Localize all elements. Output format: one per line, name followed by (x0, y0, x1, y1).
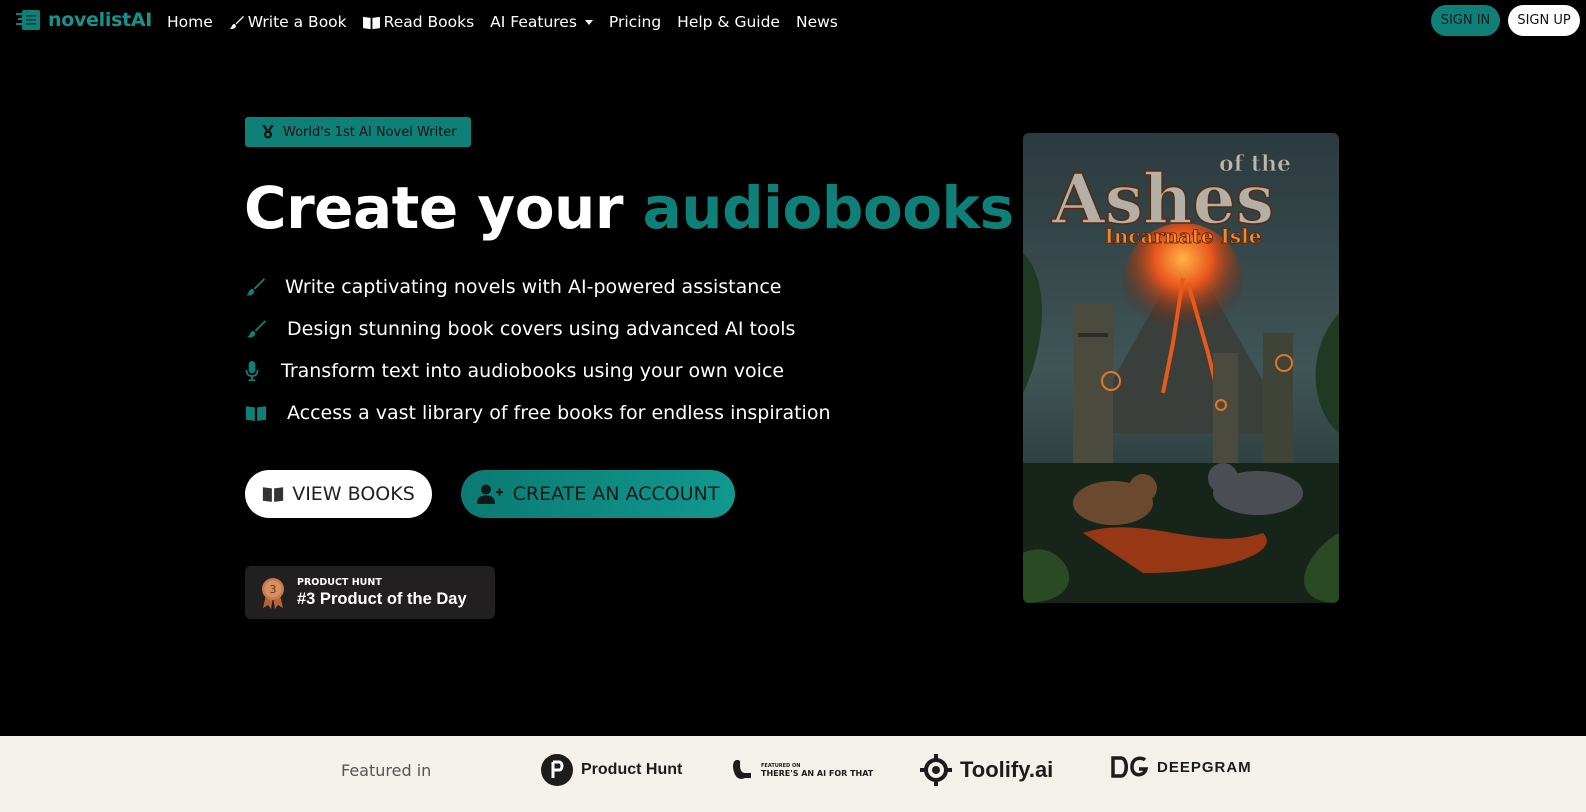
taaft-logo[interactable]: FEATURED ON THERE'S AN AI FOR THAT (731, 758, 873, 782)
headline-accent: audiobooks (642, 174, 1014, 242)
product-hunt-logo-text: Product Hunt (581, 761, 683, 778)
featured-label: Featured in (341, 761, 432, 780)
taaft-icon (733, 760, 751, 779)
add-user-icon (476, 484, 503, 504)
sign-in-button[interactable]: SIGN IN (1431, 5, 1500, 36)
nav-pricing[interactable]: Pricing (609, 13, 661, 31)
toolify-icon (920, 754, 952, 786)
hero-badge-text: World's 1st AI Novel Writer (283, 124, 457, 140)
feature-item-write: Write captivating novels with AI-powered… (245, 266, 831, 308)
toolify-logo-text: Toolify.ai (960, 757, 1054, 782)
nav-home[interactable]: Home (167, 13, 213, 31)
book-cover-art: of the Ashes Incarnate Isle (1023, 133, 1339, 603)
feature-item-design: Design stunning book covers using advanc… (245, 308, 831, 350)
hero-badge: World's 1st AI Novel Writer (245, 117, 471, 147)
award-medal-icon: 3 (262, 577, 284, 609)
feature-text: Transform text into audiobooks using you… (281, 360, 785, 382)
brand-logo-link[interactable]: novelistAI (16, 8, 152, 32)
nav-write-a-book[interactable]: Write a Book (229, 13, 347, 31)
featured-in-strip: Featured in Product Hunt FEATURED ON THE… (0, 736, 1586, 812)
brush-icon (246, 278, 265, 296)
product-hunt-title: #3 Product of the Day (297, 589, 467, 608)
nav-news[interactable]: News (796, 13, 838, 31)
feature-item-library: Access a vast library of free books for … (245, 392, 831, 434)
headline-prefix: Create your (244, 174, 623, 242)
nav-write-label: Write a Book (247, 13, 347, 31)
nav-read-books[interactable]: Read Books (362, 13, 475, 31)
medal-icon (262, 125, 274, 139)
product-hunt-logo[interactable]: Product Hunt (541, 754, 682, 786)
top-navbar: novelistAI Home Write a Book Read Books … (0, 0, 1586, 44)
nav-read-label: Read Books (383, 13, 475, 31)
feature-text: Access a vast library of free books for … (287, 402, 831, 424)
product-hunt-text: PRODUCT HUNT #3 Product of the Day (297, 577, 467, 609)
open-book-icon (362, 16, 380, 29)
product-hunt-label: PRODUCT HUNT (297, 576, 382, 588)
hero-headline: Create your audiobooks (244, 173, 1014, 243)
taaft-main-text: THERE'S AN AI FOR THAT (761, 768, 874, 778)
open-book-icon (263, 487, 284, 502)
cover-subtitle: Incarnate Isle (1105, 224, 1262, 248)
brush-icon (247, 320, 266, 338)
view-books-label: VIEW BOOKS (292, 483, 415, 505)
create-account-button[interactable]: CREATE AN ACCOUNT (461, 470, 735, 518)
feature-item-audiobook: Transform text into audiobooks using you… (245, 350, 831, 392)
view-books-button[interactable]: VIEW BOOKS (245, 470, 432, 518)
deepgram-logo-text: DEEPGRAM (1157, 758, 1252, 776)
brand-name: novelistAI (48, 9, 153, 31)
product-hunt-icon (541, 754, 573, 786)
feature-text: Design stunning book covers using advanc… (287, 318, 796, 340)
create-account-label: CREATE AN ACCOUNT (512, 483, 720, 505)
feature-list: Write captivating novels with AI-powered… (245, 266, 831, 434)
product-hunt-badge[interactable]: 3 PRODUCT HUNT #3 Product of the Day (245, 566, 495, 619)
novelist-logo-icon (16, 10, 40, 30)
brush-icon (229, 15, 244, 29)
feature-text: Write captivating novels with AI-powered… (285, 276, 782, 298)
sign-up-button[interactable]: SIGN UP (1508, 5, 1580, 36)
chevron-down-icon (584, 19, 593, 25)
nav-ai-features-dropdown[interactable]: AI Features (490, 13, 593, 31)
award-rank: 3 (270, 583, 277, 596)
toolify-logo[interactable]: Toolify.ai (920, 754, 1053, 786)
nav-help-guide[interactable]: Help & Guide (677, 13, 780, 31)
deepgram-icon (1111, 756, 1149, 778)
microphone-icon (245, 361, 259, 381)
deepgram-logo[interactable]: DEEPGRAM (1111, 756, 1252, 778)
book-cover-image[interactable]: of the Ashes Incarnate Isle (1023, 133, 1339, 603)
taaft-text: FEATURED ON THERE'S AN AI FOR THAT (761, 763, 873, 778)
nav-ai-features-label: AI Features (490, 13, 577, 31)
open-book-icon (245, 406, 267, 421)
main-nav: Home Write a Book Read Books AI Features… (167, 0, 854, 44)
